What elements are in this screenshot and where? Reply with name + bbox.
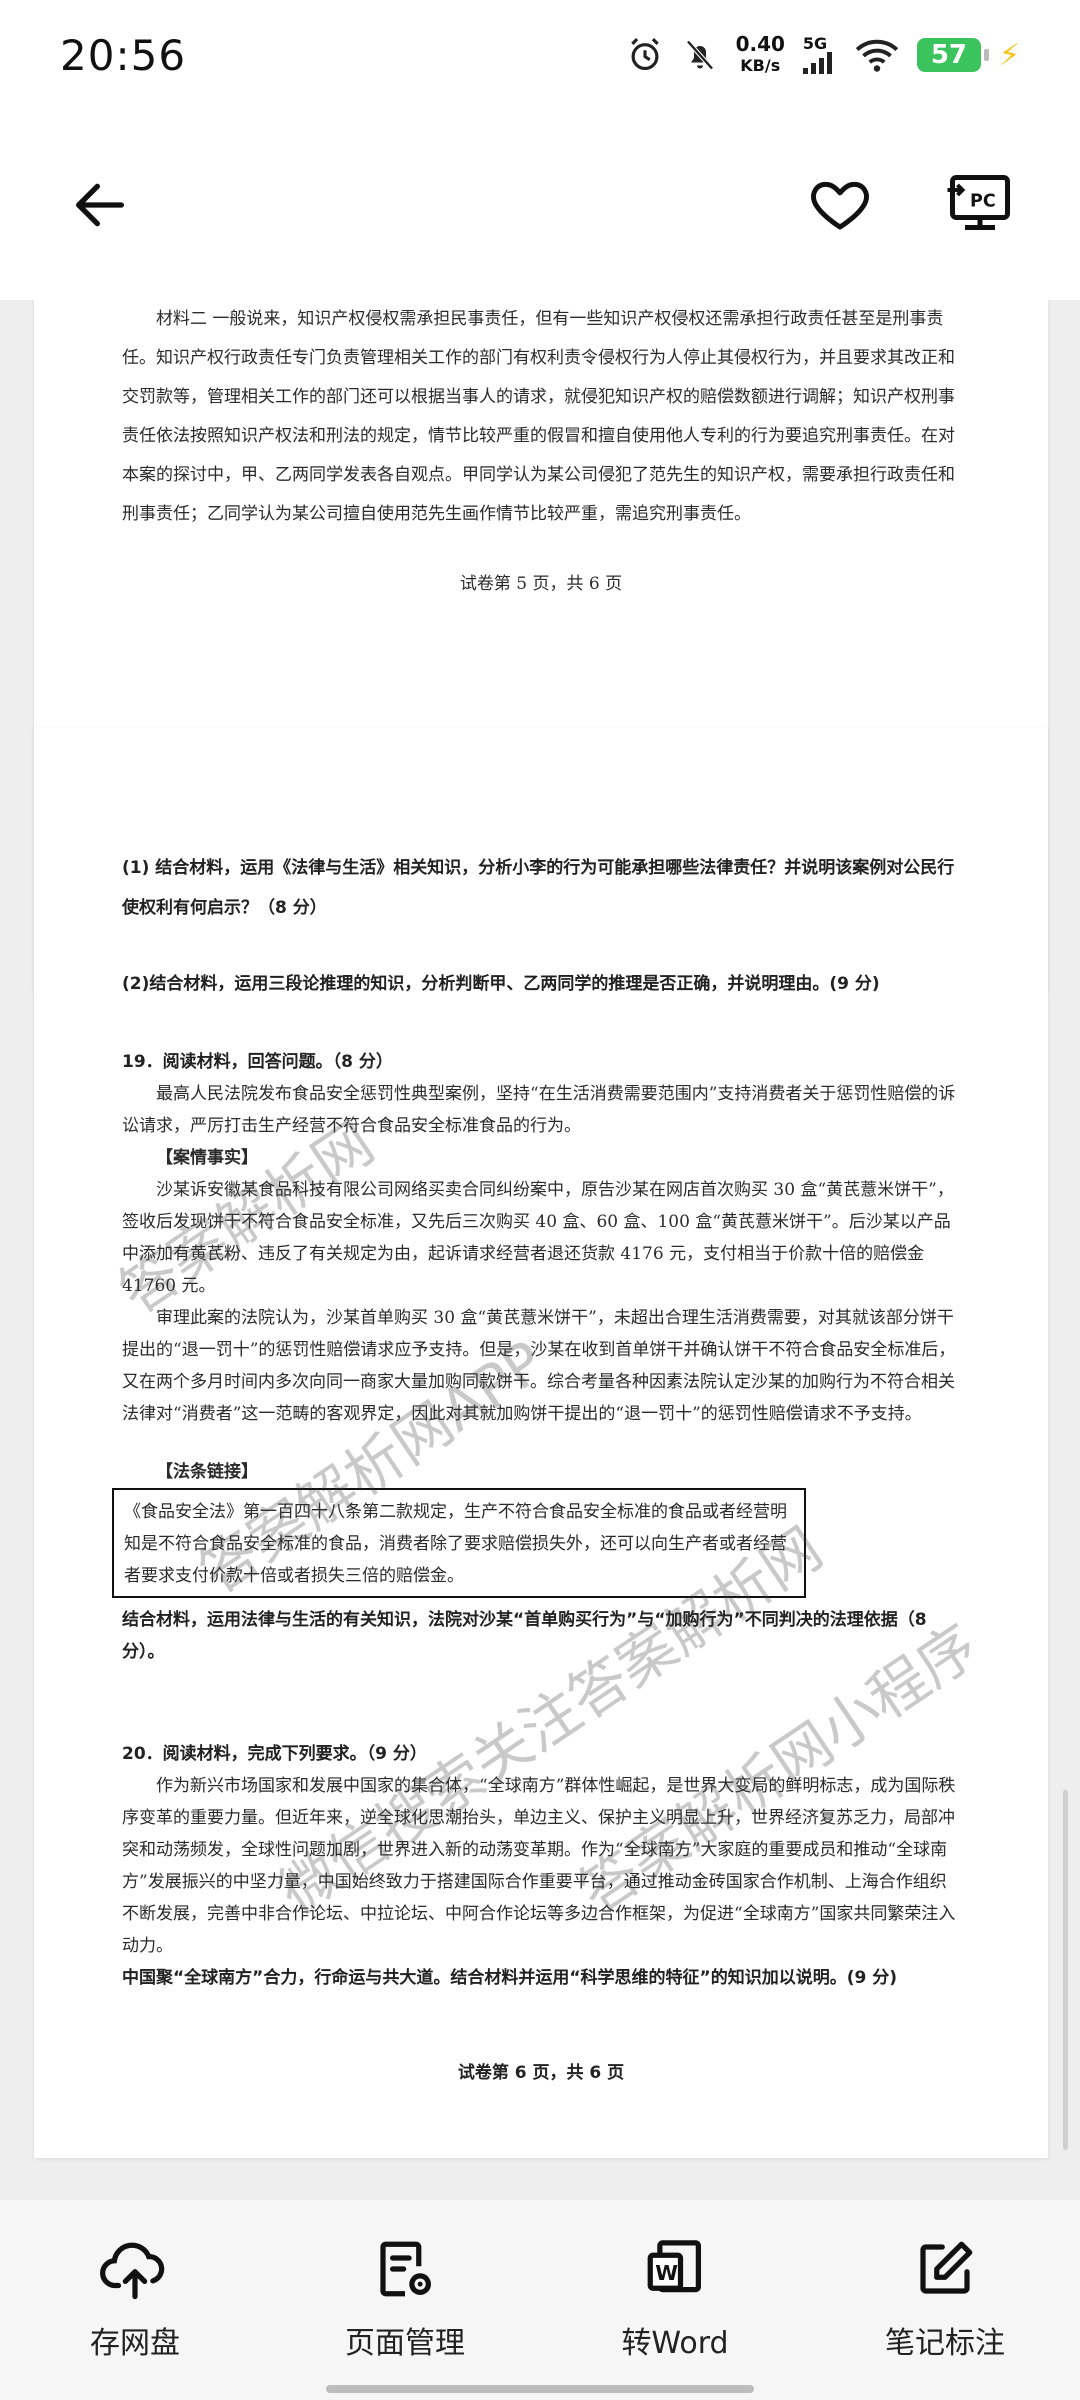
net-speed-unit: KB/s	[740, 56, 781, 75]
scrollbar[interactable]	[1063, 1790, 1068, 2150]
signal-bars-icon	[802, 52, 832, 74]
question-20-material: 作为新兴市场国家和发展中国家的集合体，“全球南方”群体性崛起，是世界大变局的鲜明…	[122, 1776, 956, 1956]
back-arrow-icon	[76, 183, 124, 227]
status-time: 20:56	[60, 30, 187, 80]
cast-pc-icon: PC	[947, 175, 1010, 230]
question-20-question: 中国聚“全球南方”合力，行命运与共大道。结合材料并运用“科学思维的特征”的知识加…	[122, 1968, 897, 1988]
tool-label: 转Word	[621, 2326, 729, 2361]
charging-icon: ⚡	[998, 37, 1020, 73]
svg-text:W: W	[655, 2261, 678, 2285]
page-settings-icon	[380, 2241, 431, 2297]
heart-icon	[811, 181, 869, 230]
home-indicator[interactable]	[326, 2385, 754, 2393]
convert-to-word-button[interactable]: W 转Word	[565, 2236, 785, 2362]
document-viewer[interactable]: 材料二 一般说来，知识产权侵权需承担民事责任，但有一些知识产权侵权还需承担行政责…	[0, 300, 1080, 2200]
cast-to-pc-button[interactable]: PC	[940, 165, 1020, 245]
question-2: (2)结合材料，运用三段论推理的知识，分析判断甲、乙两同学的推理是否正确，并说明…	[122, 974, 880, 994]
page-management-button[interactable]: 页面管理	[295, 2236, 515, 2362]
status-icons: 0.40 KB/s 5G 57 ⚡	[626, 33, 1020, 77]
status-bar: 20:56 0.40 KB/s 5G 57 ⚡	[0, 0, 1080, 110]
cellular-signal: 5G	[802, 34, 837, 74]
wifi-icon	[855, 39, 899, 72]
back-button[interactable]	[60, 165, 140, 245]
question-19-title: 19．阅读材料，回答问题。（8 分）	[122, 1052, 393, 1072]
alarm-icon	[630, 38, 659, 71]
word-convert-icon: W	[647, 2240, 701, 2293]
law-link-heading: 【法条链接】	[156, 1462, 258, 1482]
question-1: (1) 结合材料，运用《法律与生活》相关知识，分析小李的行为可能承担哪些法律责任…	[122, 858, 955, 918]
tool-label: 笔记标注	[885, 2326, 1005, 2361]
tool-label: 页面管理	[345, 2326, 465, 2361]
viewer-header: PC	[0, 110, 1080, 300]
page-6-footer: 试卷第 6 页，共 6 页	[457, 2063, 625, 2083]
svg-text:PC: PC	[970, 191, 996, 211]
bottom-toolbar: 存网盘 页面管理 W 转Word 笔记标注	[0, 2200, 1080, 2400]
tool-label: 存网盘	[90, 2326, 180, 2361]
material-two-paragraph: 材料二 一般说来，知识产权侵权需承担民事责任，但有一些知识产权侵权还需承担行政责…	[122, 309, 955, 524]
mute-bell-icon	[685, 40, 714, 70]
page-5-footer: 试卷第 5 页，共 6 页	[459, 574, 623, 594]
question-19-question: 结合材料，运用法律与生活的有关知识，法院对沙某“首单购买行为”与“加购行为”不同…	[122, 1610, 927, 1662]
question-19-intro: 最高人民法院发布食品安全惩罚性典型案例，坚持“在生活消费需要范围内”支持消费者关…	[122, 1084, 956, 1136]
net-speed-value: 0.40	[735, 32, 785, 56]
notes-annotation-button[interactable]: 笔记标注	[835, 2236, 1055, 2362]
battery-indicator: 57	[916, 38, 989, 72]
save-to-cloud-button[interactable]: 存网盘	[25, 2236, 245, 2362]
net-speed: 0.40 KB/s	[736, 33, 785, 77]
favorite-button[interactable]	[800, 165, 880, 245]
network-type: 5G	[802, 34, 828, 53]
edit-note-icon	[920, 2241, 973, 2294]
cloud-upload-icon	[100, 2242, 165, 2300]
page-6: (1) 结合材料，运用《法律与生活》相关知识，分析小李的行为可能承担哪些法律责任…	[34, 728, 1048, 2158]
